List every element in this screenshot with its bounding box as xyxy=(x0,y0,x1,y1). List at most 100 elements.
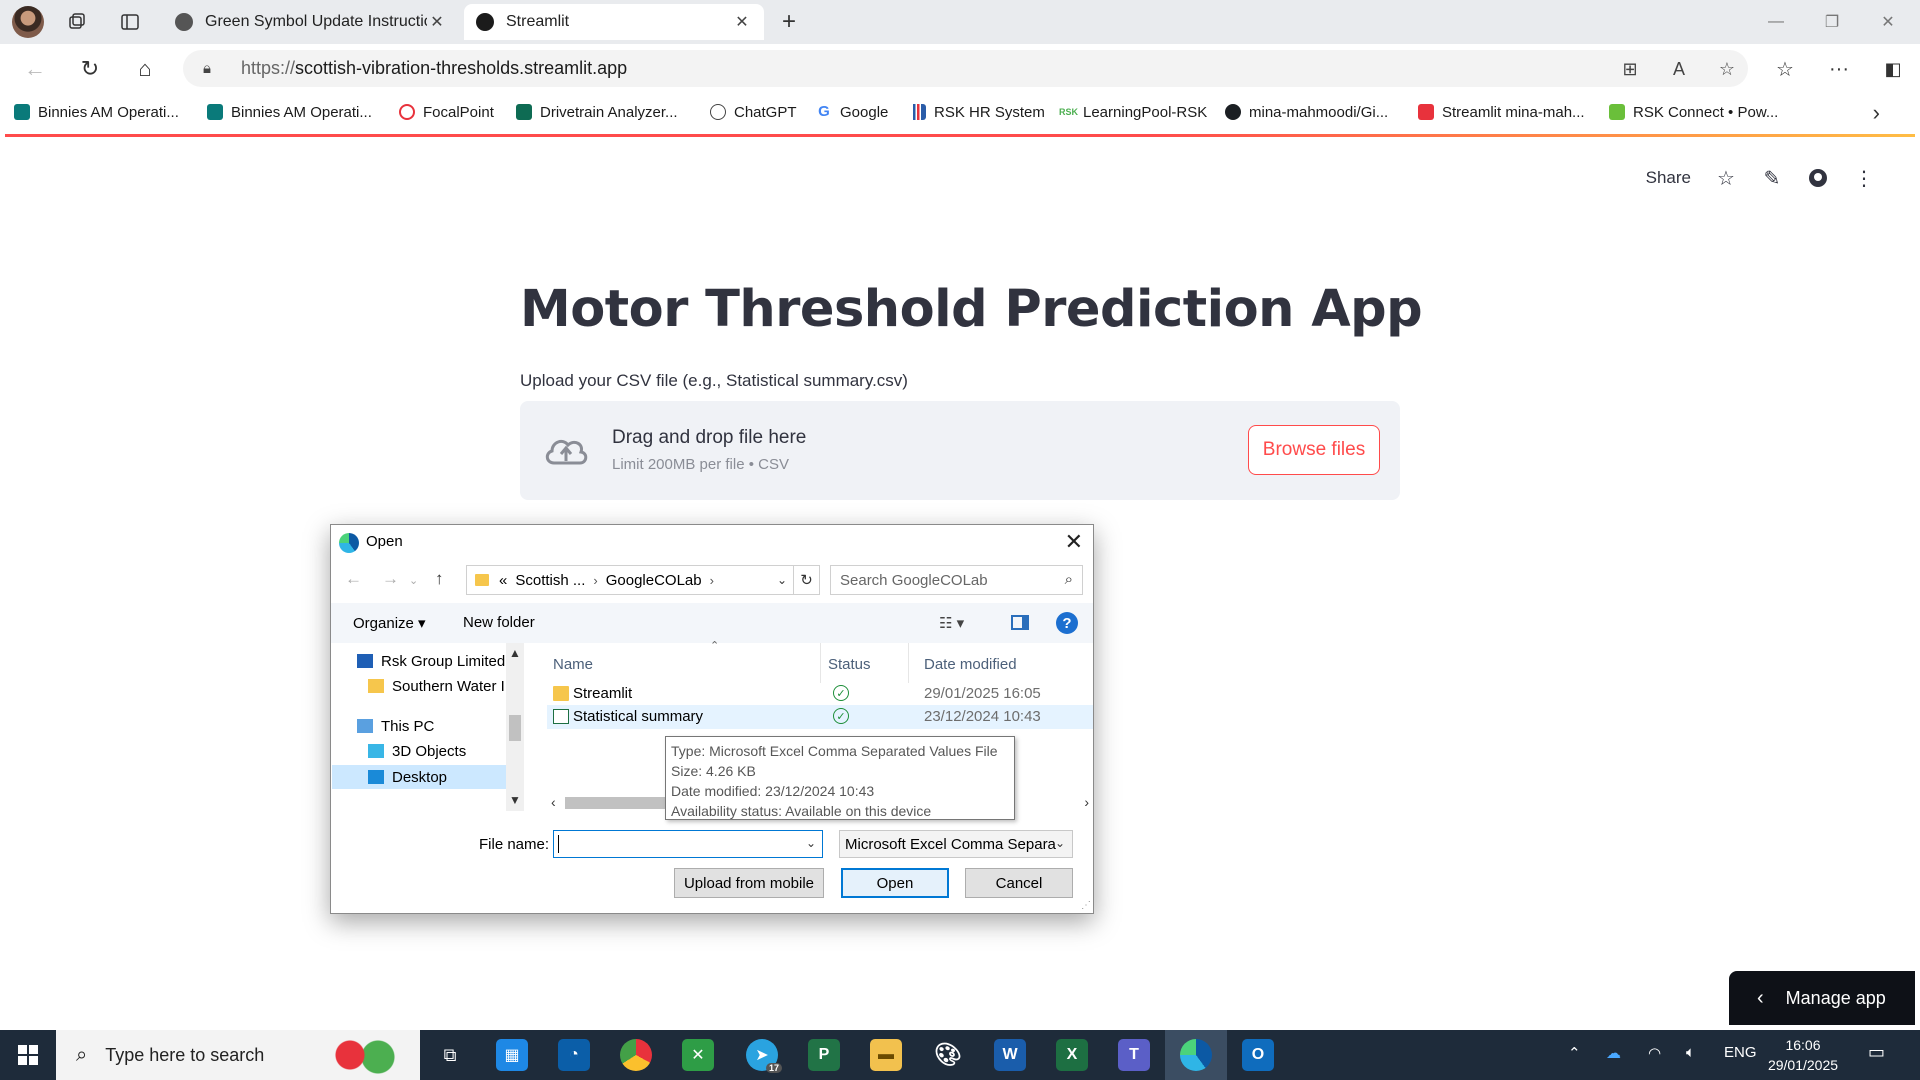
snipping-tool-icon[interactable]: ◔ xyxy=(558,1039,590,1071)
tab-streamlit[interactable]: Streamlit ✕ xyxy=(464,4,764,40)
onedrive-icon[interactable]: ☁ xyxy=(1606,1044,1621,1062)
file-row[interactable]: Statistical summary ✓ 23/12/2024 10:43 xyxy=(547,705,1093,729)
bookmark-learningpool[interactable]: RSK LearningPool-RSK xyxy=(1059,100,1207,124)
new-folder-button[interactable]: New folder xyxy=(463,614,535,631)
bookmark-github[interactable]: mina-mahmoodi/Gi... xyxy=(1225,100,1388,124)
breadcrumb[interactable]: « Scottish ... › GoogleCOLab › ⌄ xyxy=(466,565,794,595)
chevron-down-icon[interactable]: ⌄ xyxy=(806,836,816,850)
back-arrow-icon[interactable]: ← xyxy=(345,569,362,589)
restore-icon[interactable]: ❐ xyxy=(1812,8,1852,36)
workspaces-icon[interactable] xyxy=(62,7,92,37)
scroll-thumb[interactable] xyxy=(509,715,521,741)
back-icon[interactable]: ← xyxy=(20,54,50,84)
language-indicator[interactable]: ENG xyxy=(1724,1044,1757,1061)
close-icon[interactable]: ✕ xyxy=(427,12,447,32)
upload-from-mobile-button[interactable]: Upload from mobile xyxy=(674,868,824,898)
edit-icon[interactable]: ✎ xyxy=(1761,167,1783,190)
column-divider[interactable] xyxy=(820,643,821,683)
bookmark-rsk-hr[interactable]: RSK HR System xyxy=(910,100,1045,124)
file-type-select[interactable]: Microsoft Excel Comma Separa ⌄ xyxy=(839,830,1073,858)
calculator-icon[interactable]: ▦ xyxy=(496,1039,528,1071)
organize-menu[interactable]: Organize ▾ xyxy=(353,614,426,632)
read-aloud-icon[interactable]: A xyxy=(1666,58,1692,80)
chevron-right-icon[interactable]: › xyxy=(1084,794,1089,810)
refresh-icon[interactable]: ↻ xyxy=(794,565,820,595)
forward-arrow-icon[interactable]: → xyxy=(382,569,399,589)
column-date-modified[interactable]: Date modified xyxy=(924,656,1017,673)
wifi-icon[interactable]: ◠ xyxy=(1648,1044,1661,1062)
telegram-icon[interactable]: ➤ 17 xyxy=(746,1039,782,1073)
tree-item-3d-objects[interactable]: 3D Objects xyxy=(368,739,507,763)
windows-start-button[interactable] xyxy=(0,1030,56,1080)
app-icon[interactable]: ✕ xyxy=(682,1039,714,1071)
search-input[interactable]: Search GoogleCOLab ⌕ xyxy=(830,565,1083,595)
outlook-icon[interactable]: O xyxy=(1242,1039,1274,1071)
bookmark-google[interactable]: G Google xyxy=(816,100,888,124)
taskbar-search[interactable]: ⌕ Type here to search xyxy=(56,1030,420,1080)
address-bar[interactable]: 🔒︎ https://scottish-vibration-thresholds… xyxy=(183,50,1748,87)
bookmark-binnies-2[interactable]: Binnies AM Operati... xyxy=(207,100,372,124)
star-icon[interactable]: ☆ xyxy=(1715,167,1737,190)
bookmark-binnies-1[interactable]: Binnies AM Operati... xyxy=(14,100,179,124)
edge-icon[interactable] xyxy=(1180,1039,1212,1071)
close-icon[interactable]: ✕ xyxy=(732,12,752,32)
tree-item-this-pc[interactable]: This PC xyxy=(357,714,507,738)
bookmark-chatgpt[interactable]: ChatGPT xyxy=(710,100,797,124)
chevron-up-icon[interactable]: ▲ xyxy=(509,646,521,660)
file-explorer-icon[interactable]: ▬ xyxy=(870,1039,902,1071)
share-button[interactable]: Share xyxy=(1646,168,1691,188)
notifications-icon[interactable]: ▭ xyxy=(1868,1042,1885,1063)
browse-files-button[interactable]: Browse files xyxy=(1248,425,1380,475)
chrome-icon[interactable] xyxy=(620,1039,652,1071)
chevron-right-icon[interactable]: › xyxy=(710,573,714,588)
favorite-star-icon[interactable]: ☆ xyxy=(1714,58,1740,80)
chevron-up-icon[interactable]: ⌃ xyxy=(1568,1044,1581,1062)
url-text[interactable]: https://scottish-vibration-thresholds.st… xyxy=(241,58,627,79)
lock-icon[interactable]: 🔒︎ xyxy=(203,60,221,77)
minimize-icon[interactable]: — xyxy=(1756,8,1796,36)
bookmark-rsk-connect[interactable]: RSK Connect • Pow... xyxy=(1609,100,1778,124)
column-name[interactable]: Name xyxy=(553,656,593,673)
clock[interactable]: 16:06 29/01/2025 xyxy=(1763,1035,1843,1075)
column-status[interactable]: Status xyxy=(828,656,871,673)
dialog-titlebar[interactable]: Open ✕ xyxy=(331,525,1093,559)
chevron-down-icon[interactable]: ▼ xyxy=(509,793,521,807)
teams-icon[interactable]: T xyxy=(1118,1039,1150,1071)
cancel-button[interactable]: Cancel xyxy=(965,868,1073,898)
sidebar-toggle-icon[interactable]: ◧ xyxy=(1878,54,1908,84)
resize-grip-icon[interactable]: ⋰ xyxy=(1081,900,1091,911)
path-overflow[interactable]: « xyxy=(499,572,507,589)
window-close-icon[interactable]: ✕ xyxy=(1868,8,1908,36)
favorites-icon[interactable]: ☆ xyxy=(1770,54,1800,84)
up-arrow-icon[interactable]: ↑ xyxy=(435,569,444,589)
chevron-left-icon[interactable]: ‹ xyxy=(551,794,556,810)
bookmark-drivetrain[interactable]: Drivetrain Analyzer... xyxy=(516,100,678,124)
more-options-icon[interactable]: ··· xyxy=(1824,54,1854,84)
profile-avatar[interactable] xyxy=(12,6,44,38)
github-icon[interactable] xyxy=(1807,167,1829,189)
preview-pane-icon[interactable] xyxy=(1011,615,1029,630)
scroll-thumb[interactable] xyxy=(565,797,681,809)
bookmark-streamlit[interactable]: Streamlit mina-mah... xyxy=(1418,100,1585,124)
home-icon[interactable]: ⌂ xyxy=(130,54,160,84)
chevron-right-icon[interactable]: › xyxy=(1873,100,1880,126)
tree-item-desktop[interactable]: Desktop xyxy=(332,765,507,789)
file-dropzone[interactable]: Drag and drop file here Limit 200MB per … xyxy=(520,401,1400,500)
path-segment[interactable]: Scottish ... xyxy=(515,572,585,589)
file-name-input[interactable]: ⌄ xyxy=(553,830,823,858)
kebab-menu-icon[interactable]: ⋮ xyxy=(1853,167,1875,190)
tree-scrollbar[interactable]: ▲ ▼ xyxy=(506,643,524,811)
tree-item-rsk-group[interactable]: Rsk Group Limited xyxy=(357,649,507,673)
chevron-down-icon[interactable]: ⌄ xyxy=(777,573,787,587)
paint-icon[interactable]: 🎨︎ xyxy=(932,1039,964,1071)
tab-green-symbol[interactable]: Green Symbol Update Instruction ✕ xyxy=(163,4,459,40)
refresh-icon[interactable]: ↻ xyxy=(75,54,105,84)
volume-icon[interactable]: 🔈︎ xyxy=(1686,1044,1695,1061)
close-icon[interactable]: ✕ xyxy=(1065,529,1083,555)
help-icon[interactable]: ? xyxy=(1056,612,1078,634)
project-icon[interactable]: P xyxy=(808,1039,840,1071)
file-row[interactable]: Streamlit ✓ 29/01/2025 16:05 xyxy=(547,682,1093,706)
vertical-tabs-icon[interactable] xyxy=(115,7,145,37)
recent-dropdown-icon[interactable]: ⌄ xyxy=(409,574,418,587)
open-button[interactable]: Open xyxy=(841,868,949,898)
